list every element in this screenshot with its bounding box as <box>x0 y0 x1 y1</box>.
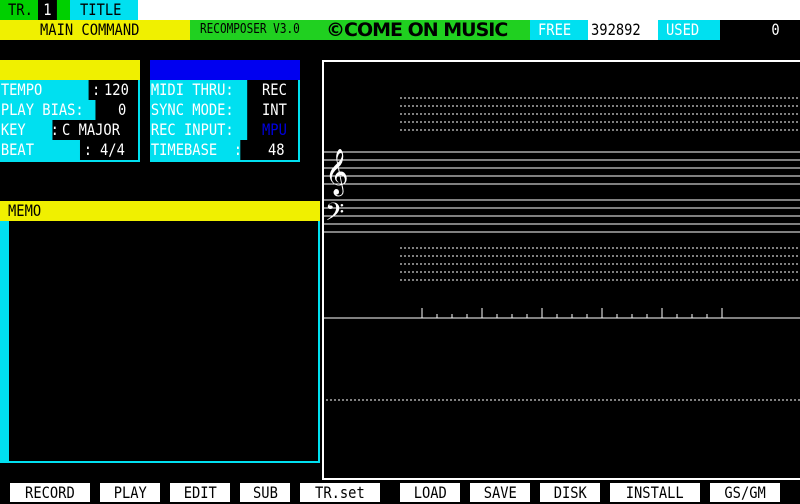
param-value: 4/4 <box>100 140 125 159</box>
load-button[interactable]: LOAD <box>400 483 460 502</box>
play-button[interactable]: PLAY <box>100 483 160 502</box>
title-label-text: TITLE <box>80 0 122 19</box>
mode-text: MAIN COMMAND <box>40 20 140 39</box>
param-rec-input[interactable]: REC INPUT: MPU <box>150 120 298 140</box>
grand-staff-lines <box>322 151 800 233</box>
param-key: KEY : <box>0 120 59 140</box>
gs-gm-button[interactable]: GS/GM <box>710 483 780 502</box>
free-memory-value: 392892 <box>588 20 658 40</box>
param-value: C MAJOR <box>62 120 120 139</box>
memo-label: MEMO <box>8 201 42 220</box>
play-button-label: PLAY <box>113 483 147 502</box>
track-set-button[interactable]: TR.set <box>300 483 380 502</box>
score-view[interactable]: 𝄞 𝄢 <box>322 60 800 480</box>
param-midi-thru[interactable]: MIDI THRU: REC <box>150 80 298 100</box>
edit-button-label: EDIT <box>183 483 217 502</box>
ledger-dotted-lower <box>400 247 800 281</box>
title-field[interactable] <box>138 0 800 20</box>
used-label: USED <box>658 20 720 40</box>
param-tempo[interactable]: TEMPO : 120 <box>0 80 138 100</box>
used-value-text: 0 <box>771 20 780 39</box>
install-button-label: INSTALL <box>626 483 684 502</box>
param-key: MIDI THRU: <box>150 80 248 100</box>
param-beat[interactable]: BEAT : 4/4 <box>0 140 138 160</box>
param-value: REC <box>262 80 287 99</box>
free-label: FREE <box>530 20 588 40</box>
load-button-label: LOAD <box>413 483 447 502</box>
param-value: 48 <box>268 140 285 159</box>
save-button[interactable]: SAVE <box>470 483 530 502</box>
gs-gm-button-label: GS/GM <box>724 483 766 502</box>
disk-button-label: DISK <box>553 483 587 502</box>
disk-button[interactable]: DISK <box>540 483 600 502</box>
edit-button[interactable]: EDIT <box>170 483 230 502</box>
install-button[interactable]: INSTALL <box>610 483 700 502</box>
param-key-signature[interactable]: KEY : C MAJOR <box>0 120 138 140</box>
treble-clef-icon: 𝄞 <box>325 149 349 197</box>
ledger-dotted-upper <box>400 97 800 131</box>
memo-header: MEMO <box>0 201 320 221</box>
song-params-panel: TEMPO : 120 PLAY BIAS: 0 KEY : C MAJOR B… <box>0 80 140 162</box>
copyright-text: ©COME ON MUSIC <box>326 19 508 41</box>
param-value: 0 <box>118 100 127 119</box>
used-memory-value: 0 <box>720 20 800 40</box>
mode-indicator: MAIN COMMAND <box>0 20 190 40</box>
brand-bar: RECOMPOSER V3.0 ©COME ON MUSIC <box>190 19 530 41</box>
record-button-label: RECORD <box>25 483 75 502</box>
track-label: TR. <box>8 0 33 19</box>
memo-textarea[interactable] <box>0 221 320 463</box>
product-version: RECOMPOSER V3.0 <box>200 22 300 37</box>
midi-params-header <box>150 60 300 80</box>
timeline-ticks <box>421 308 723 318</box>
sub-button[interactable]: SUB <box>240 483 290 502</box>
song-params-header <box>0 60 140 80</box>
param-key: REC INPUT: <box>150 120 248 140</box>
bass-clef-icon: 𝄢 <box>325 198 344 233</box>
param-key: BEAT : <box>0 140 92 160</box>
sub-button-label: SUB <box>252 483 278 502</box>
track-number[interactable]: 1 <box>38 0 57 20</box>
used-label-text: USED <box>666 20 700 39</box>
track-set-button-label: TR.set <box>315 483 365 502</box>
memo-margin-bar <box>0 221 9 463</box>
save-button-label: SAVE <box>483 483 517 502</box>
title-label: TITLE <box>70 0 138 20</box>
free-label-text: FREE <box>538 20 572 39</box>
param-key: TIMEBASE : <box>150 140 242 160</box>
param-sync-mode[interactable]: SYNC MODE: INT <box>150 100 298 120</box>
param-value: INT <box>262 100 287 119</box>
param-key: TEMPO : <box>0 80 101 100</box>
midi-params-panel: MIDI THRU: REC SYNC MODE: INT REC INPUT:… <box>150 80 300 162</box>
param-value: 120 <box>104 80 129 99</box>
track-selector[interactable]: TR. 1 <box>0 0 70 20</box>
record-button[interactable]: RECORD <box>10 483 90 502</box>
param-value: MPU <box>262 120 287 139</box>
param-key: SYNC MODE: <box>150 100 248 120</box>
free-value-text: 392892 <box>591 20 641 39</box>
param-timebase[interactable]: TIMEBASE : 48 <box>150 140 298 160</box>
param-key: PLAY BIAS: <box>0 100 96 120</box>
param-play-bias[interactable]: PLAY BIAS: 0 <box>0 100 138 120</box>
